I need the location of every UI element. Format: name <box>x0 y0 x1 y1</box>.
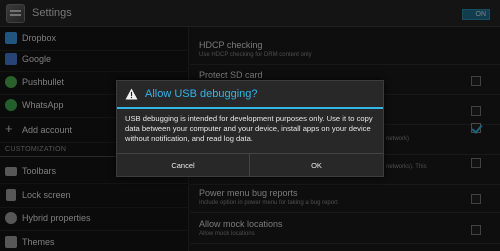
settings-screen: Settings ON Dropbox Google Pushbullet Wh… <box>0 0 500 251</box>
usb-debugging-dialog: Allow USB debugging? USB debugging is in… <box>116 80 384 177</box>
ok-button[interactable]: OK <box>250 154 383 177</box>
warning-icon <box>125 88 138 100</box>
dialog-message: USB debugging is intended for developmen… <box>125 114 373 143</box>
dialog-button-bar: Cancel OK <box>117 153 383 177</box>
dialog-header: Allow USB debugging? <box>117 81 383 109</box>
cancel-button[interactable]: Cancel <box>117 154 250 177</box>
dialog-title: Allow USB debugging? <box>145 88 258 100</box>
